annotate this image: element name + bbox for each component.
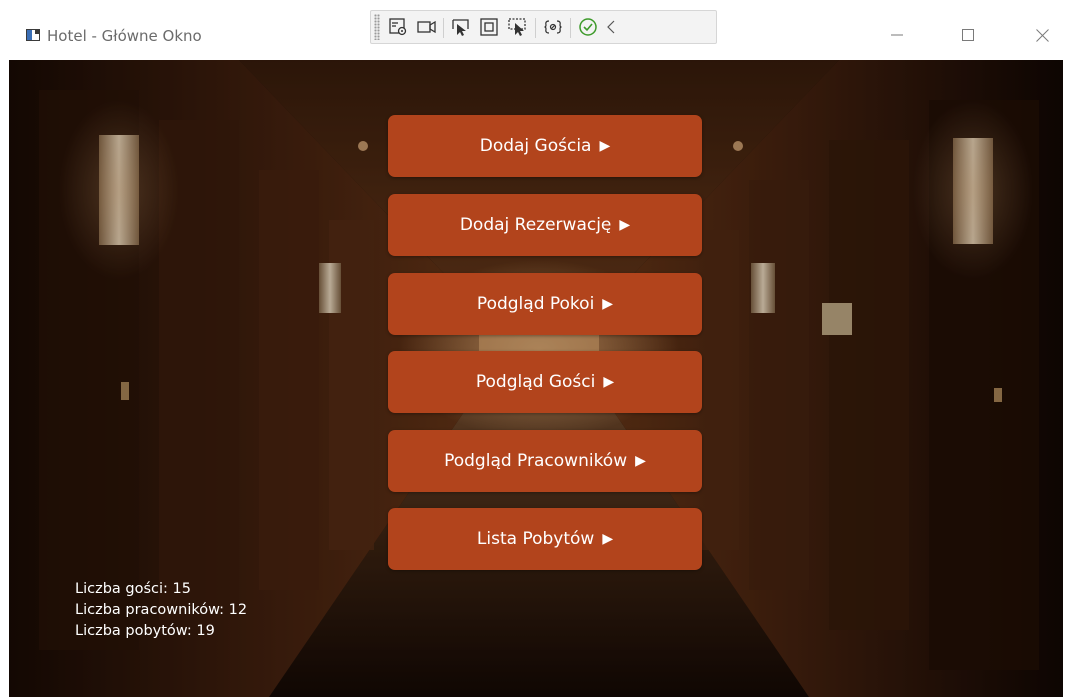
button-label: Dodaj Rezerwację [459, 215, 612, 235]
live-visual-tree-icon[interactable] [386, 15, 410, 39]
close-icon [1035, 28, 1049, 42]
play-arrow-icon: ▶ [599, 138, 611, 154]
play-arrow-icon: ▶ [602, 531, 614, 547]
view-employees-button[interactable]: Podgląd Pracowników ▶ [388, 430, 702, 492]
play-arrow-icon: ▶ [602, 296, 614, 312]
record-icon[interactable] [415, 15, 439, 39]
maximize-icon [962, 29, 974, 41]
statistics-panel: Liczba gości: 15 Liczba pracowników: 12 … [75, 579, 247, 642]
window-title-bar[interactable]: Hotel - Główne Okno [0, 0, 1073, 60]
select-element-icon[interactable] [449, 15, 473, 39]
play-arrow-icon: ▶ [635, 453, 646, 469]
stay-count: Liczba pobytów: 19 [75, 623, 215, 639]
track-focus-icon[interactable] [506, 15, 530, 39]
button-label: Podgląd Pracowników [444, 451, 628, 471]
button-label: Dodaj Gościa [479, 136, 592, 156]
toolbar-separator [443, 18, 444, 38]
toolbar-separator [570, 18, 571, 38]
hot-reload-check-icon[interactable] [576, 15, 600, 39]
app-window-icon [26, 29, 40, 41]
play-arrow-icon: ▶ [619, 217, 631, 233]
toolbar-grip[interactable] [374, 14, 380, 40]
maximize-button[interactable] [948, 20, 988, 50]
employee-count: Liczba pracowników: 12 [75, 602, 248, 618]
minimize-icon [891, 34, 903, 36]
display-layout-adorners-icon[interactable] [477, 15, 501, 39]
main-window-content: Dodaj Gościa ▶ Dodaj Rezerwację ▶ Podgląd … [9, 60, 1063, 697]
view-guests-button[interactable]: Podgląd Gości ▶ [388, 351, 702, 413]
window-title: Hotel - Główne Okno [47, 27, 202, 45]
collapse-chevron-icon[interactable] [599, 15, 623, 39]
binding-failures-icon[interactable] [541, 15, 565, 39]
guest-count: Liczba gości: 15 [75, 581, 191, 597]
close-button[interactable] [1022, 20, 1062, 50]
button-label: Podgląd Pokoi [476, 294, 595, 314]
add-reservation-button[interactable]: Dodaj Rezerwację ▶ [388, 194, 702, 256]
xaml-debug-toolbar[interactable] [370, 10, 717, 44]
view-rooms-button[interactable]: Podgląd Pokoi ▶ [388, 273, 702, 335]
button-label: Lista Pobytów [476, 529, 595, 549]
stays-list-button[interactable]: Lista Pobytów ▶ [388, 508, 702, 570]
button-label: Podgląd Gości [475, 372, 596, 392]
play-arrow-icon: ▶ [603, 374, 615, 390]
minimize-button[interactable] [877, 20, 917, 50]
toolbar-separator [535, 18, 536, 38]
add-guest-button[interactable]: Dodaj Gościa ▶ [388, 115, 702, 177]
